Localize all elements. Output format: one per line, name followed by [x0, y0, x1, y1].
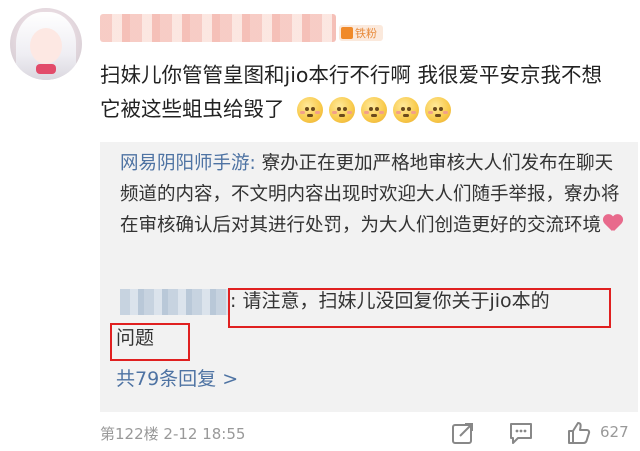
- avatar[interactable]: [10, 8, 82, 80]
- avatar-face: [30, 28, 62, 64]
- floor-and-time: 第122楼 2-12 18:55: [100, 425, 246, 443]
- comment-footer: 第122楼 2-12 18:55 627: [100, 418, 638, 448]
- emoji-icon: [329, 97, 356, 123]
- more-replies-link[interactable]: 共79条回复 >: [116, 364, 238, 394]
- fan-badge: 铁粉: [339, 25, 383, 41]
- fan-badge-label: 铁粉: [355, 27, 377, 40]
- highlight-box: [110, 323, 190, 361]
- emoji-icon: [393, 97, 420, 123]
- share-icon[interactable]: [450, 420, 476, 446]
- avatar-bow: [36, 64, 56, 74]
- comment-body: 扫妹儿你管管皇图和jio本行不行啊 我很爱平安京我不想它被这些蛆虫给毁了: [100, 58, 620, 126]
- emoji-icon: [425, 97, 452, 123]
- official-account-link[interactable]: 网易阴阳师手游:: [120, 153, 256, 174]
- blurred-reply-username[interactable]: [120, 289, 228, 315]
- blurred-username[interactable]: [100, 14, 336, 42]
- highlight-box: [228, 288, 611, 328]
- emoji-icon: [361, 97, 388, 123]
- reply-box: 网易阴阳师手游: 寮办正在更加严格地审核大人们发布在聊天频道的内容，不文明内容出…: [100, 142, 638, 412]
- like-count: 627: [600, 423, 629, 441]
- comment-icon[interactable]: [508, 420, 534, 446]
- thumbs-up-icon[interactable]: [566, 420, 592, 446]
- emoji-icon: [297, 97, 324, 123]
- fan-icon: [341, 27, 353, 39]
- emoji-row: [297, 97, 452, 123]
- official-reply: 网易阴阳师手游: 寮办正在更加严格地审核大人们发布在聊天频道的内容，不文明内容出…: [120, 148, 625, 241]
- heart-icon: [603, 215, 623, 233]
